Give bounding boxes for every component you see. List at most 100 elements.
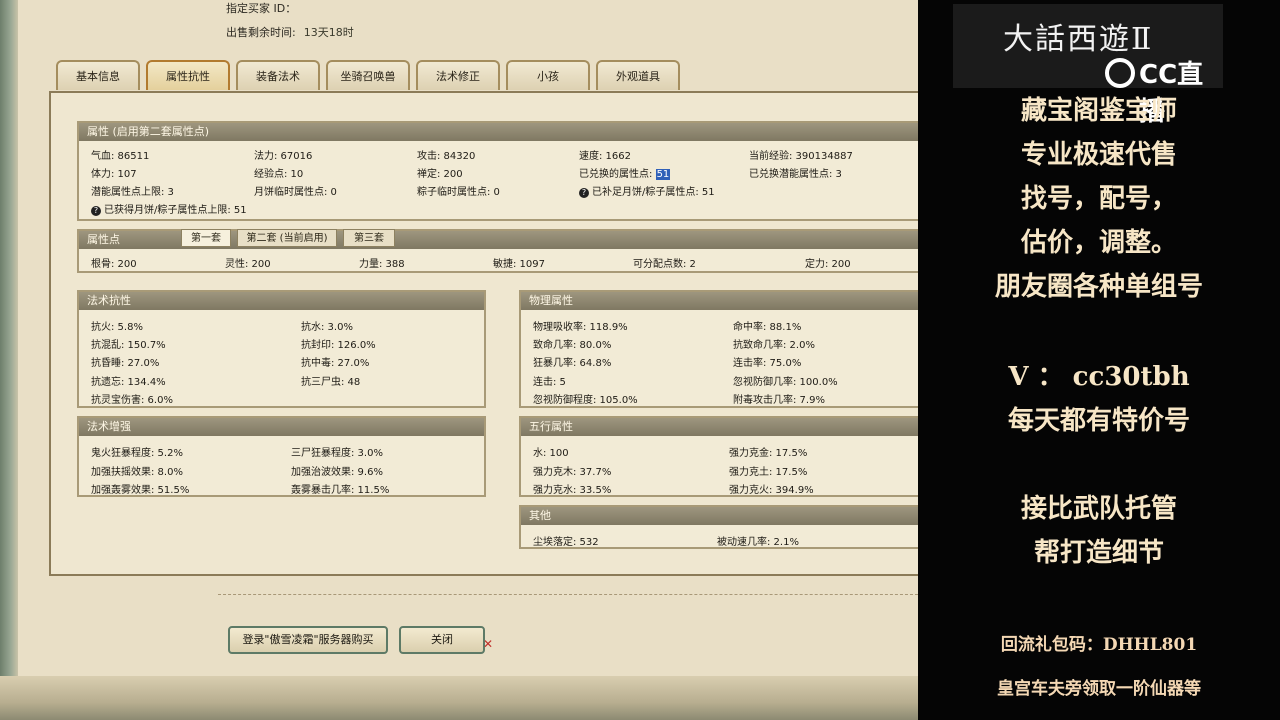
subtab-set-1[interactable]: 第一套 — [181, 229, 231, 247]
element-item: 强力克水: 33.5% — [533, 485, 612, 496]
attr-potential-cap: 潜能属性点上限: 3 — [91, 187, 174, 198]
point-spirit: 灵性: 200 — [225, 259, 271, 270]
point-strength: 力量: 388 — [359, 259, 405, 270]
resist-item: 抗中毒: 27.0% — [301, 358, 370, 369]
physical-item: 抗致命几率: 2.0% — [733, 340, 815, 351]
window-frame-left — [0, 0, 18, 720]
buyer-id-label: 指定买家 ID： — [226, 2, 297, 15]
element-item: 水: 100 — [533, 448, 569, 459]
physical-item: 忽视防御几率: 100.0% — [733, 377, 838, 388]
gift-code: 回流礼包码：DHHL801 — [1000, 635, 1198, 655]
element-item: 强力克木: 37.7% — [533, 467, 612, 478]
physical-item: 连击率: 75.0% — [733, 358, 802, 369]
game-logo: 大話西遊Ⅱ — [1003, 22, 1154, 57]
attr-zen: 禅定: 200 — [417, 169, 463, 180]
subtab-set-2[interactable]: 第二套 (当前启用) — [237, 229, 337, 247]
attr-exchanged-points: 已兑换的属性点: 51 — [579, 165, 671, 180]
other-box: 其他 尘埃落定: 532 被动速几率: 2.1% — [519, 505, 918, 549]
help-icon[interactable]: ? — [91, 206, 101, 216]
promo-line: 藏宝阁鉴宝师 — [1020, 96, 1177, 126]
element-item: 强力克土: 17.5% — [729, 467, 808, 478]
tab-spell-mod[interactable]: 法术修正 — [416, 60, 500, 90]
physical-item: 狂暴几率: 64.8% — [533, 358, 612, 369]
close-icon[interactable]: ✕ — [483, 632, 493, 656]
boost-item: 鬼火狂暴程度: 5.2% — [91, 448, 183, 459]
other-item: 被动速几率: 2.1% — [717, 537, 799, 548]
close-button[interactable]: 关闭 ✕ — [399, 626, 493, 654]
promo-line: 朋友圈各种单组号 — [994, 272, 1203, 302]
divider — [218, 594, 918, 595]
attr-points-cap: ? 已获得月饼/粽子属性点上限: 51 — [91, 201, 247, 216]
spell-boost-box: 法术增强 鬼火狂暴程度: 5.2% 三尸狂暴程度: 3.0% 加强扶摇效果: 8… — [77, 416, 486, 497]
tab-basic-info[interactable]: 基本信息 — [56, 60, 140, 90]
point-agility: 敏捷: 1097 — [493, 259, 545, 270]
point-focus: 定力: 200 — [805, 259, 851, 270]
point-constitution: 根骨: 200 — [91, 259, 137, 270]
physical-item: 致命几率: 80.0% — [533, 340, 612, 351]
exchanged-points-label: 已兑换的属性点: — [579, 169, 653, 180]
other-item: 尘埃落定: 532 — [533, 537, 599, 548]
exchanged-points-value[interactable]: 51 — [655, 169, 671, 180]
time-left-row: 出售剩余时间: 13天18时 — [226, 24, 354, 40]
physical-item: 忽视防御程度: 105.0% — [533, 395, 638, 406]
filled-points-label: 已补足月饼/粽子属性点: 51 — [592, 187, 715, 198]
element-item: 强力克火: 394.9% — [729, 485, 814, 496]
gift-note: 皇宫车夫旁领取一阶仙器等 — [997, 679, 1201, 699]
points-cap-label: 已获得月饼/粽子属性点上限: 51 — [104, 205, 247, 216]
physical-item: 命中率: 88.1% — [733, 322, 802, 333]
attributes-box: 属性 (启用第二套属性点) 气血: 86511 法力: 67016 攻击: 84… — [77, 121, 918, 221]
resist-item: 抗水: 3.0% — [301, 322, 353, 333]
attr-mp: 法力: 67016 — [254, 151, 313, 162]
resist-item: 抗遗忘: 134.4% — [91, 377, 166, 388]
tab-mount-summon[interactable]: 坐骑召唤兽 — [326, 60, 410, 90]
element-item: 强力克金: 17.5% — [729, 448, 808, 459]
resist-item: 抗混乱: 150.7% — [91, 340, 166, 351]
attr-hp: 气血: 86511 — [91, 151, 150, 162]
window-frame-bottom — [0, 676, 918, 720]
resist-item: 抗昏睡: 27.0% — [91, 358, 160, 369]
boost-item: 三尸狂暴程度: 3.0% — [291, 448, 383, 459]
tab-equip-spell[interactable]: 装备法术 — [236, 60, 320, 90]
point-allocatable: 可分配点数: 2 — [633, 259, 696, 270]
attr-mooncake-temp: 月饼临时属性点: 0 — [254, 187, 337, 198]
spell-resist-title: 法术抗性 — [79, 292, 484, 310]
attributes-title: 属性 (启用第二套属性点) — [79, 123, 918, 141]
game-window: 指定买家 ID： 出售剩余时间: 13天18时 基本信息 属性抗性 装备法术 坐骑… — [0, 0, 918, 720]
login-buy-label: 登录"傲雪凌霜"服务器购买 — [242, 633, 374, 646]
subtab-set-3[interactable]: 第三套 — [343, 229, 395, 247]
stream-sidebar: 大話西遊Ⅱ CC直播 藏宝阁鉴宝师 专业极速代售 找号，配号， 估价，调整。 朋… — [918, 0, 1280, 720]
close-label: 关闭 — [431, 633, 453, 646]
time-left-value: 13天18时 — [303, 26, 354, 39]
resist-item: 抗火: 5.8% — [91, 322, 143, 333]
help-icon[interactable]: ? — [579, 188, 589, 198]
five-elements-box: 五行属性 水: 100 强力克金: 17.5% 强力克木: 37.7% 强力克土… — [519, 416, 918, 497]
time-left-label: 出售剩余时间: — [226, 26, 296, 39]
promo-line: 帮打造细节 — [1033, 538, 1164, 568]
physical-item: 附毒攻击几率: 7.9% — [733, 395, 825, 406]
resist-item: 抗灵宝伤害: 6.0% — [91, 395, 173, 406]
other-title: 其他 — [521, 507, 918, 525]
login-buy-button[interactable]: 登录"傲雪凌霜"服务器购买 — [228, 626, 388, 654]
physical-box: 物理属性 物理吸收率: 118.9% 命中率: 88.1% 致命几率: 80.0… — [519, 290, 918, 408]
spell-boost-title: 法术增强 — [79, 418, 484, 436]
attr-zongzi-temp: 粽子临时属性点: 0 — [417, 187, 500, 198]
five-elements-title: 五行属性 — [521, 418, 918, 436]
boost-item: 轰雾暴击几率: 11.5% — [291, 485, 390, 496]
tab-appearance[interactable]: 外观道具 — [596, 60, 680, 90]
promo-line: 专业极速代售 — [1020, 140, 1177, 170]
spell-resist-box: 法术抗性 抗火: 5.8% 抗水: 3.0% 抗混乱: 150.7% 抗封印: … — [77, 290, 486, 408]
boost-item: 加强扶摇效果: 8.0% — [91, 467, 183, 478]
tab-attr-resist[interactable]: 属性抗性 — [146, 60, 230, 90]
game-logo-box: 大話西遊Ⅱ CC直播 — [953, 4, 1223, 127]
resist-item: 抗封印: 126.0% — [301, 340, 376, 351]
attr-filled-points: ? 已补足月饼/粽子属性点: 51 — [579, 183, 715, 198]
tab-child[interactable]: 小孩 — [506, 60, 590, 90]
promo-line: 找号，配号， — [1020, 184, 1177, 214]
promo-line: V ： cc30tbh — [1008, 362, 1190, 392]
boost-item: 加强轰雾效果: 51.5% — [91, 485, 190, 496]
attr-exp: 当前经验: 390134887 — [749, 151, 853, 162]
attr-speed: 速度: 1662 — [579, 151, 631, 162]
promo-line: 每天都有特价号 — [1007, 406, 1190, 436]
content-panel: 属性 (启用第二套属性点) 气血: 86511 法力: 67016 攻击: 84… — [49, 91, 918, 576]
attr-points-box: 属性点 第一套 第二套 (当前启用) 第三套 根骨: 200 灵性: 200 力… — [77, 229, 918, 273]
